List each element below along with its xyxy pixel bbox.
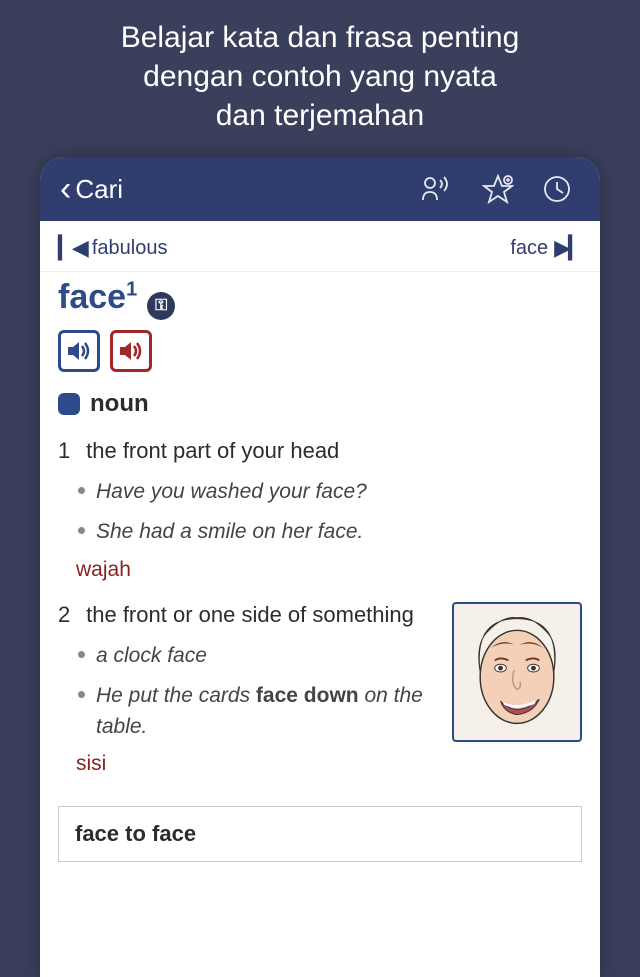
bullet-icon: [78, 487, 85, 494]
example-html: He put the cards face down on the table.: [96, 684, 423, 737]
speaker-icon: [66, 340, 92, 362]
illustration-face: [452, 602, 582, 742]
promo-heading: Belajar kata dan frasa penting dengan co…: [0, 0, 640, 157]
next-arrow-icon: ▶▎: [554, 235, 582, 261]
back-label: Cari: [75, 174, 123, 205]
next-word-button[interactable]: face ▶▎: [510, 235, 582, 261]
speaker-icon: [118, 340, 144, 362]
prev-arrow-icon: ▎◀: [58, 235, 86, 261]
face-illustration-icon: [454, 602, 580, 742]
app-header: ‹ Cari: [40, 157, 600, 221]
header-actions: [420, 174, 580, 204]
favorite-icon[interactable]: [482, 174, 514, 204]
history-icon[interactable]: [542, 174, 572, 204]
audio-uk-button[interactable]: [58, 330, 100, 372]
pronunciation-icon[interactable]: [420, 174, 454, 204]
bullet-icon: [78, 691, 85, 698]
bullet-icon: [78, 527, 85, 534]
idiom-headword: face to face: [75, 821, 565, 847]
example-sentence: She had a smile on her face.: [96, 517, 582, 547]
translation: sisi: [76, 752, 438, 776]
headword-row: face1 ⚿: [58, 278, 582, 318]
example-sentence: a clock face: [96, 641, 438, 671]
audio-row: [58, 330, 582, 372]
headword: face1: [58, 278, 137, 317]
example-sentence: He put the cards face down on the table.: [96, 681, 438, 742]
example-sentence: Have you washed your face?: [96, 477, 582, 507]
sense-definition: 1 the front part of your head: [58, 434, 582, 467]
translation: wajah: [76, 558, 582, 582]
phone-frame: ‹ Cari ▎◀ fabulous: [40, 157, 600, 977]
pos-label: noun: [90, 390, 149, 418]
prev-word-button[interactable]: ▎◀ fabulous: [58, 235, 167, 261]
chevron-left-icon: ‹: [60, 170, 71, 209]
back-button[interactable]: ‹ Cari: [60, 170, 412, 209]
next-word-label: face: [510, 237, 548, 260]
bullet-icon: [78, 651, 85, 658]
pos-row: noun: [58, 390, 582, 418]
idiom-box[interactable]: face to face: [58, 806, 582, 862]
entry-content: face1 ⚿ noun 1 the front part of your he…: [40, 272, 600, 862]
audio-us-button[interactable]: [110, 330, 152, 372]
keyword-icon[interactable]: ⚿: [147, 292, 175, 320]
pos-marker-icon: [58, 393, 80, 415]
sense-definition: 2 the front or one side of something: [58, 598, 438, 631]
word-nav: ▎◀ fabulous face ▶▎: [40, 221, 600, 272]
prev-word-label: fabulous: [92, 237, 168, 260]
